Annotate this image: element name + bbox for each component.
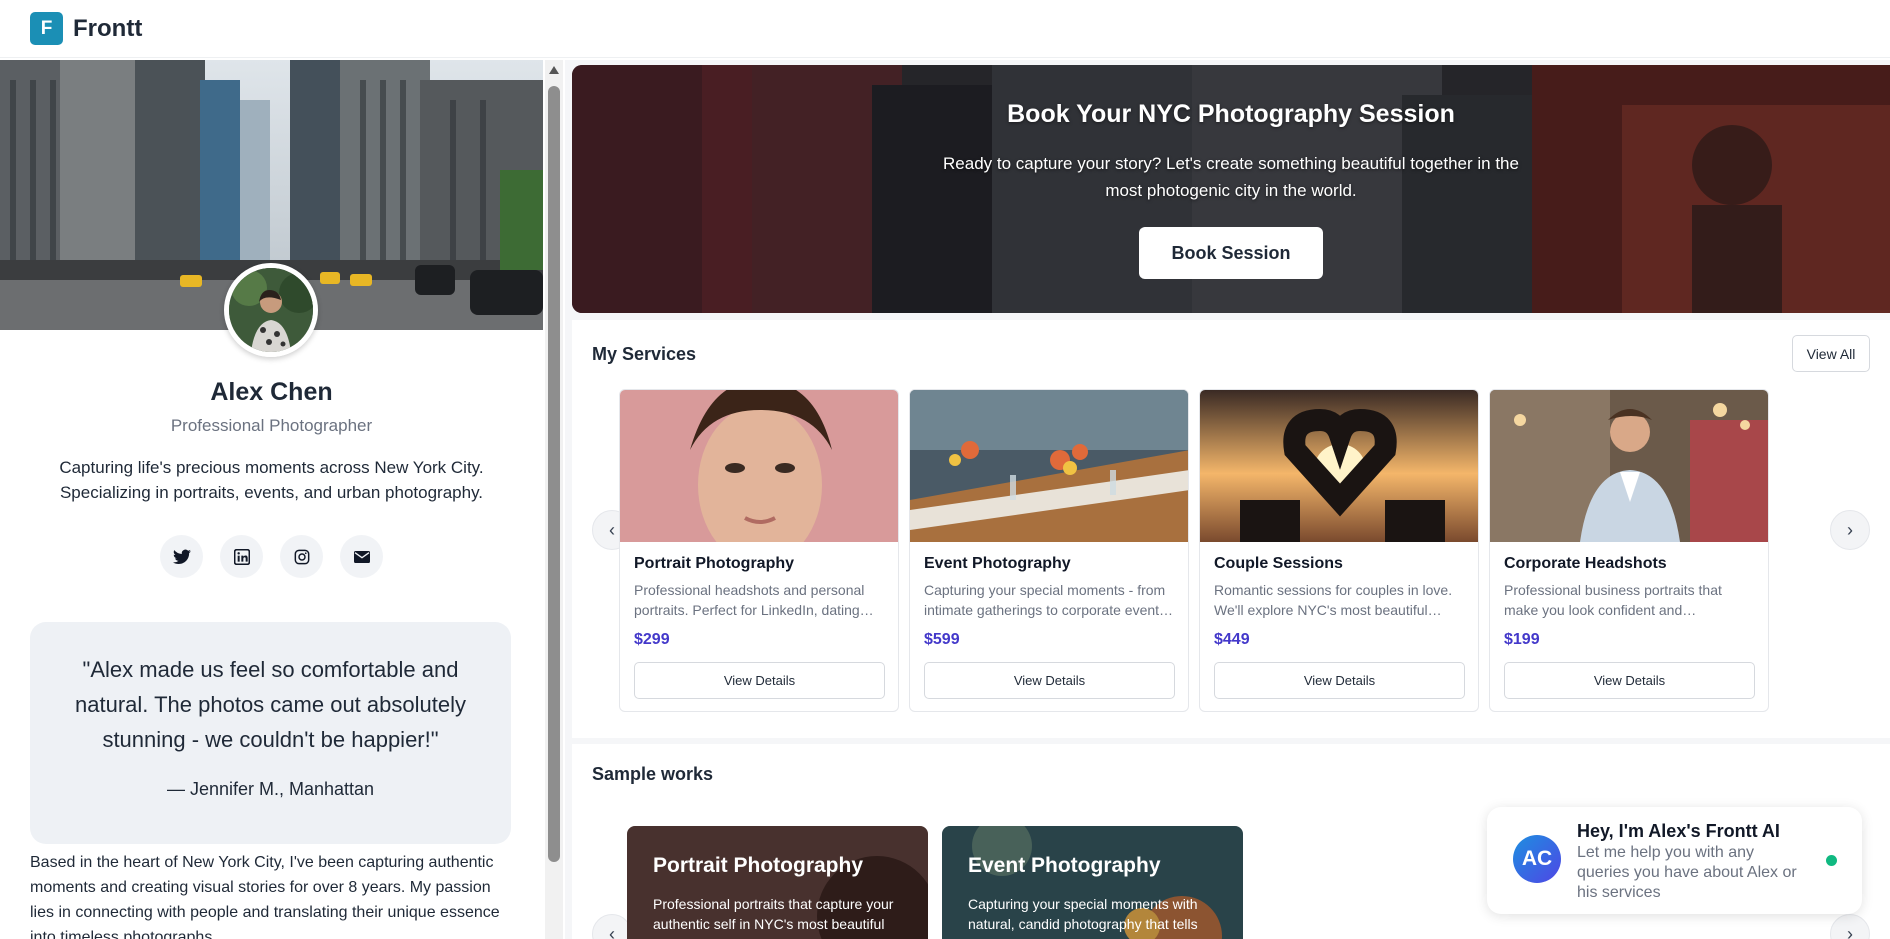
- hero-banner: Book Your NYC Photography Session Ready …: [572, 65, 1890, 313]
- logo[interactable]: F: [30, 12, 63, 45]
- sample-title: Event Photography: [968, 854, 1161, 877]
- service-description: Professional business portraits that mak…: [1504, 582, 1722, 618]
- service-image: [620, 390, 898, 542]
- book-session-button[interactable]: Book Session: [1139, 227, 1323, 279]
- service-card[interactable]: Portrait Photography Professional headsh…: [619, 389, 899, 712]
- services-title: My Services: [592, 344, 697, 364]
- service-image: [1200, 390, 1478, 542]
- testimonial-author: — Jennifer M., Manhattan: [166, 779, 375, 799]
- profile-panel: Alex Chen Professional Photographer Capt…: [0, 60, 543, 939]
- profile-bio: Capturing life's precious moments across…: [59, 458, 484, 502]
- samples-next-button[interactable]: ›: [1830, 914, 1870, 939]
- chat-message: Let me help you with any queries you hav…: [1577, 844, 1797, 901]
- sample-card[interactable]: Portrait Photography Professional portra…: [627, 826, 928, 939]
- service-title: Portrait Photography: [634, 555, 795, 572]
- service-price: $199: [1504, 631, 1540, 648]
- mail-icon[interactable]: [340, 535, 383, 578]
- about-text: Based in the heart of New York City, I'v…: [30, 854, 500, 939]
- service-title: Couple Sessions: [1214, 555, 1343, 572]
- profile-name: Alex Chen: [210, 378, 333, 406]
- view-all-button[interactable]: View All: [1792, 335, 1870, 372]
- view-details-button[interactable]: View Details: [924, 662, 1175, 699]
- service-image: [1490, 390, 1768, 542]
- sample-description: Capturing your special moments with natu…: [968, 896, 1198, 939]
- service-image: [910, 390, 1188, 542]
- service-description: Professional headshots and personal port…: [634, 582, 874, 618]
- scrollbar[interactable]: [545, 60, 563, 939]
- instagram-icon[interactable]: [280, 535, 323, 578]
- testimonial-quote: "Alex made us feel so comfortable and na…: [75, 657, 466, 752]
- service-description: Romantic sessions for couples in love. W…: [1214, 582, 1453, 618]
- service-price: $449: [1214, 631, 1250, 648]
- services-next-button[interactable]: ›: [1830, 510, 1870, 550]
- ai-chat-widget[interactable]: AC Hey, I'm Alex's Frontt AI Let me help…: [1487, 807, 1862, 914]
- hero-subtitle: Ready to capture your story? Let's creat…: [943, 154, 1519, 200]
- linkedin-icon[interactable]: [220, 535, 263, 578]
- hero-title: Book Your NYC Photography Session: [1007, 100, 1455, 128]
- profile-role: Professional Photographer: [170, 416, 373, 435]
- avatar: [224, 263, 318, 357]
- twitter-icon[interactable]: [160, 535, 203, 578]
- sample-works-title: Sample works: [592, 764, 714, 784]
- view-details-button[interactable]: View Details: [1214, 662, 1465, 699]
- view-details-button[interactable]: View Details: [634, 662, 885, 699]
- chat-avatar: AC: [1513, 835, 1561, 883]
- services-section: My Services View All ‹ › Portrait Photog…: [572, 320, 1890, 738]
- social-links: [0, 535, 543, 578]
- samples-prev-button[interactable]: ‹: [592, 914, 632, 939]
- scroll-thumb[interactable]: [548, 86, 560, 862]
- online-status-indicator: [1826, 855, 1837, 866]
- service-card[interactable]: Event Photography Capturing your special…: [909, 389, 1189, 712]
- view-details-button[interactable]: View Details: [1504, 662, 1755, 699]
- service-card[interactable]: Corporate Headshots Professional busines…: [1489, 389, 1769, 712]
- service-price: $599: [924, 631, 960, 648]
- brand-name[interactable]: Frontt: [73, 15, 142, 43]
- service-card[interactable]: Couple Sessions Romantic sessions for co…: [1199, 389, 1479, 712]
- service-price: $299: [634, 631, 670, 648]
- testimonial-card: "Alex made us feel so comfortable and na…: [30, 622, 511, 844]
- top-bar: F Frontt: [0, 0, 1890, 58]
- sample-title: Portrait Photography: [653, 854, 864, 877]
- service-title: Event Photography: [924, 555, 1071, 572]
- scroll-up-arrow-icon[interactable]: [549, 66, 559, 74]
- service-title: Corporate Headshots: [1504, 555, 1667, 572]
- chat-title: Hey, I'm Alex's Frontt AI: [1577, 821, 1780, 841]
- service-description: Capturing your special moments - from in…: [924, 582, 1174, 618]
- sample-description: Professional portraits that capture your…: [653, 896, 894, 939]
- sample-card[interactable]: Event Photography Capturing your special…: [942, 826, 1243, 939]
